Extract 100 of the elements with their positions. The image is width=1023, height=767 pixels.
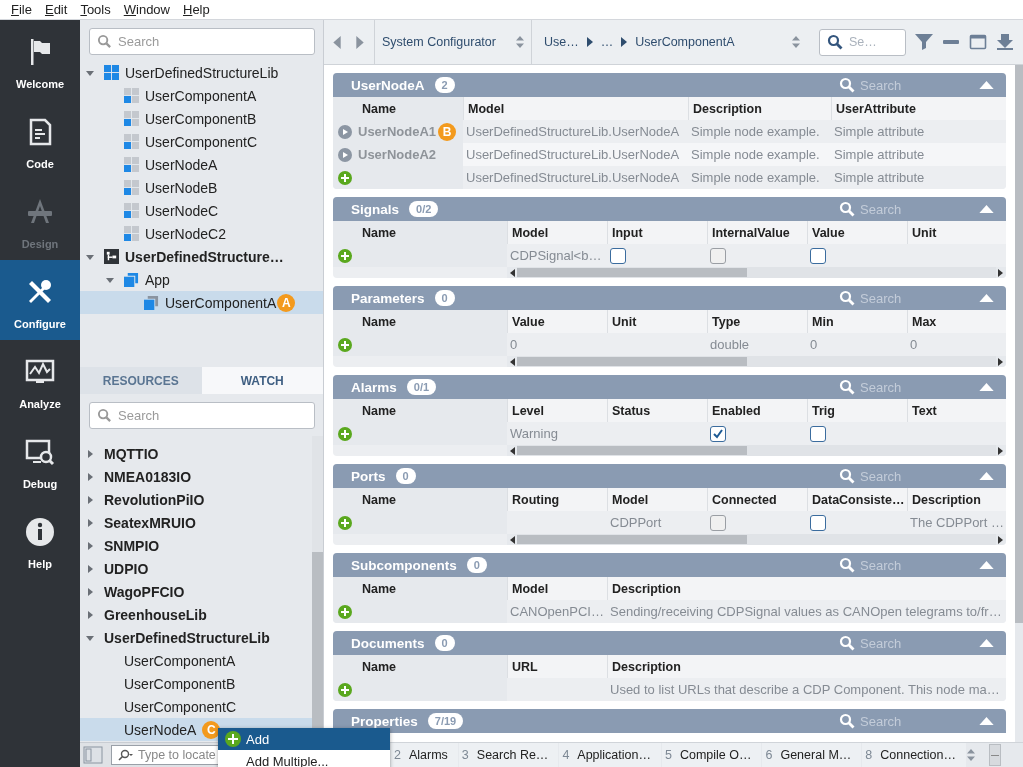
column-header[interactable]: Description: [688, 97, 831, 120]
scroll-left-icon[interactable]: [510, 535, 515, 544]
caret-icon[interactable]: [86, 633, 94, 642]
column-header[interactable]: Trig: [807, 399, 907, 422]
column-header[interactable]: Enabled: [707, 399, 807, 422]
checkbox[interactable]: [710, 425, 726, 442]
caret-icon[interactable]: [86, 564, 94, 573]
resource-item[interactable]: WagoPFCIO: [80, 580, 312, 603]
menu-item[interactable]: File: [11, 2, 32, 17]
resource-item[interactable]: UserComponentA: [80, 649, 312, 672]
collapse-icon[interactable]: [979, 383, 994, 391]
search-field[interactable]: Search: [89, 402, 315, 429]
search-icon[interactable]: [839, 557, 855, 573]
sidebar-item[interactable]: Debug: [0, 420, 80, 500]
column-header[interactable]: Max: [907, 310, 1006, 333]
menu-item[interactable]: Edit: [44, 2, 68, 17]
collapse-icon[interactable]: [979, 81, 994, 89]
sidebar-item[interactable]: Welcome: [0, 20, 80, 100]
collapse-icon[interactable]: [979, 472, 994, 480]
column-header[interactable]: Value: [507, 310, 607, 333]
panel-tab[interactable]: WATCH: [201, 367, 323, 394]
scrollbar[interactable]: [507, 267, 1006, 278]
caret-icon[interactable]: [86, 472, 94, 481]
filter-icon[interactable]: [915, 34, 933, 50]
column-header[interactable]: Model: [463, 97, 688, 120]
scrollbar[interactable]: [989, 744, 1001, 766]
forward-icon[interactable]: [356, 35, 364, 49]
checkbox[interactable]: [610, 247, 626, 264]
play-icon[interactable]: [338, 124, 352, 139]
scroll-right-icon[interactable]: [998, 446, 1003, 455]
play-icon[interactable]: [338, 147, 352, 162]
column-header[interactable]: Unit: [907, 221, 1006, 244]
collapse-icon[interactable]: [979, 717, 994, 725]
scroll-left-icon[interactable]: [510, 446, 515, 455]
scrollbar[interactable]: [507, 534, 1006, 545]
view-selector[interactable]: System Configurator: [374, 19, 531, 65]
search-icon[interactable]: [839, 290, 855, 306]
menu-item[interactable]: Add: [218, 728, 390, 750]
tree-item[interactable]: UserNodeC: [80, 199, 323, 222]
sidebar-item[interactable]: Analyze: [0, 340, 80, 420]
add-icon[interactable]: [338, 604, 352, 619]
add-icon[interactable]: [338, 170, 352, 185]
column-header[interactable]: Text: [907, 399, 1006, 422]
column-header[interactable]: Name: [333, 488, 507, 511]
resource-item[interactable]: GreenhouseLib: [80, 603, 312, 626]
column-header[interactable]: Level: [507, 399, 607, 422]
column-header[interactable]: Min: [807, 310, 907, 333]
bottom-tab[interactable]: 3 Search Re…: [458, 743, 559, 767]
checkbox[interactable]: [810, 247, 826, 264]
column-header[interactable]: DataConsiste…: [807, 488, 907, 511]
add-icon[interactable]: [338, 682, 352, 697]
search-icon[interactable]: [839, 713, 855, 729]
bottom-tab[interactable]: 6 General M…: [762, 743, 862, 767]
tree-item[interactable]: UserDefinedStructure…: [80, 245, 323, 268]
column-header[interactable]: Type: [707, 310, 807, 333]
scrollbar[interactable]: [507, 356, 1006, 367]
resource-item[interactable]: MQTTIO: [80, 442, 312, 465]
tree-item[interactable]: UserNodeA: [80, 153, 323, 176]
back-icon[interactable]: [333, 35, 341, 49]
scroll-right-icon[interactable]: [998, 535, 1003, 544]
bottom-tab[interactable]: 8 Connection…: [862, 743, 966, 767]
resource-item[interactable]: UserComponentC: [80, 695, 312, 718]
column-header[interactable]: Routing: [507, 488, 607, 511]
breadcrumb-item[interactable]: Use…: [544, 35, 579, 49]
caret-icon[interactable]: [106, 275, 114, 284]
tree-item[interactable]: UserComponentC: [80, 130, 323, 153]
bottom-tab[interactable]: 2 Alarms: [391, 743, 458, 767]
checkbox[interactable]: [810, 514, 826, 531]
search-icon[interactable]: [839, 201, 855, 217]
toolbar-search-field[interactable]: Se…: [819, 28, 906, 56]
add-icon[interactable]: [338, 515, 352, 530]
column-header[interactable]: InternalValue: [707, 221, 807, 244]
scrollbar[interactable]: [1015, 65, 1023, 742]
resource-item[interactable]: UserComponentB: [80, 672, 312, 695]
column-header[interactable]: Description: [607, 655, 1006, 678]
tree-item[interactable]: UserNodeC2: [80, 222, 323, 245]
caret-icon[interactable]: [86, 252, 94, 261]
caret-icon[interactable]: [86, 68, 94, 77]
tree-item[interactable]: UserDefinedStructureLib: [80, 61, 323, 84]
column-header[interactable]: Name: [333, 310, 507, 333]
search-icon[interactable]: [839, 635, 855, 651]
collapse-icon[interactable]: [979, 294, 994, 302]
column-header[interactable]: Name: [333, 221, 507, 244]
sidebar-item[interactable]: Configure: [0, 260, 80, 340]
column-header[interactable]: Value: [807, 221, 907, 244]
scrollbar[interactable]: [507, 445, 1006, 456]
search-icon[interactable]: [839, 379, 855, 395]
caret-icon[interactable]: [86, 518, 94, 527]
menu-item[interactable]: Window: [123, 2, 170, 17]
resource-item[interactable]: NMEA0183IO: [80, 465, 312, 488]
sidebar-item[interactable]: Code: [0, 100, 80, 180]
resource-item[interactable]: RevolutionPiIO: [80, 488, 312, 511]
menu-item[interactable]: Help: [183, 2, 210, 17]
caret-icon[interactable]: [86, 610, 94, 619]
scroll-left-icon[interactable]: [510, 268, 515, 277]
column-header[interactable]: Model: [507, 577, 607, 600]
breadcrumb-item[interactable]: UserComponentA: [635, 35, 735, 49]
column-header[interactable]: Name: [333, 399, 507, 422]
scroll-right-icon[interactable]: [998, 357, 1003, 366]
resource-item[interactable]: UserDefinedStructureLib: [80, 626, 312, 649]
